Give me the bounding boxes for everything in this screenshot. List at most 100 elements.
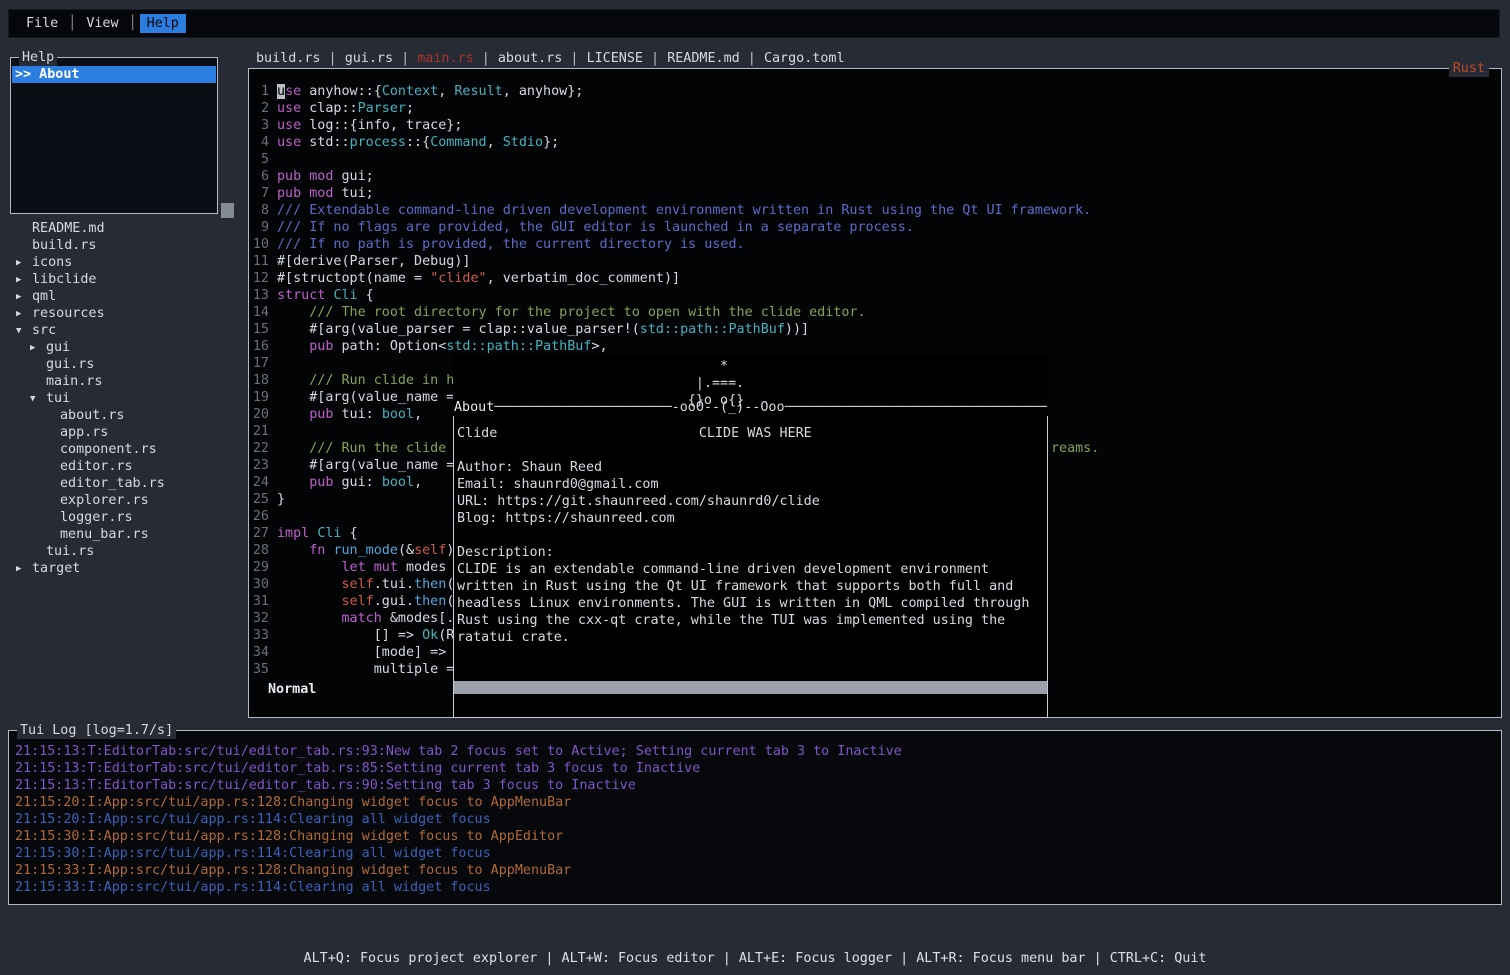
tab-readme-md[interactable]: README.md (667, 51, 740, 66)
code-text: pub path: Option<std::path::PathBuf>, (269, 338, 608, 355)
code-token: use (277, 135, 301, 150)
code-token: mod (309, 169, 333, 184)
code-text: fn run_mode(&self) (269, 542, 454, 559)
explorer-item-label: src (32, 323, 56, 338)
code-token: /// Extendable command-line driven devel… (277, 203, 1091, 218)
explorer-item[interactable]: ▶resources (10, 305, 240, 322)
code-token: , anyhow}; (503, 84, 584, 99)
explorer-item[interactable]: logger.rs (10, 509, 240, 526)
tab-build-rs[interactable]: build.rs (256, 51, 321, 66)
explorer-item-label: icons (32, 255, 72, 270)
code-line[interactable]: 10/// If no path is provided, the curren… (249, 236, 1500, 253)
explorer-item[interactable]: explorer.rs (10, 492, 240, 509)
menu-item-help[interactable]: Help (140, 14, 186, 33)
explorer-item[interactable]: editor_tab.rs (10, 475, 240, 492)
code-token: se (285, 84, 301, 99)
explorer-item[interactable]: gui.rs (10, 356, 240, 373)
tab-about-rs[interactable]: about.rs (498, 51, 563, 66)
code-line[interactable]: 11#[derive(Parser, Debug)] (249, 253, 1500, 270)
code-token: , (414, 407, 422, 422)
code-token: #[structopt(name = (277, 271, 430, 286)
line-number: 31 (249, 593, 269, 610)
code-line[interactable]: 1use anyhow::{Context, Result, anyhow}; (249, 83, 1500, 100)
explorer-item[interactable]: ▶libclide (10, 271, 240, 288)
explorer-item[interactable]: about.rs (10, 407, 240, 424)
code-line[interactable]: 2use clap::Parser; (249, 100, 1500, 117)
line-number: 22 (249, 440, 269, 457)
code-token: fn (309, 543, 325, 558)
code-token: self (342, 577, 374, 592)
tab-main-rs[interactable]: main.rs (417, 51, 473, 66)
menu-item-file[interactable]: File (19, 14, 65, 33)
code-token: anyhow::{ (301, 84, 382, 99)
code-line[interactable]: 7pub mod tui; (249, 185, 1500, 202)
code-line[interactable]: 16 pub path: Option<std::path::PathBuf>, (249, 338, 1500, 355)
code-line[interactable]: 15 #[arg(value_parser = clap::value_pars… (249, 321, 1500, 338)
explorer-item[interactable]: ▶icons (10, 254, 240, 271)
code-token: pub (309, 339, 333, 354)
explorer-item-label: explorer.rs (60, 493, 149, 508)
code-line[interactable]: 9/// If no flags are provided, the GUI e… (249, 219, 1500, 236)
line-number: 11 (249, 253, 269, 270)
dialog-text-line: CLIDE is an extendable command-line driv… (457, 561, 1046, 578)
keybind-help: ALT+Q: Focus project explorer | ALT+W: F… (0, 916, 1510, 975)
explorer-item[interactable]: tui.rs (10, 543, 240, 560)
code-line[interactable]: 5 (249, 151, 1500, 168)
indent-spacer (30, 544, 46, 561)
code-text: #[arg(value_name = (269, 457, 454, 474)
code-line[interactable]: 8/// Extendable command-line driven deve… (249, 202, 1500, 219)
code-text: self.tui.then( (269, 576, 454, 593)
code-text: #[arg(value_name = (269, 389, 454, 406)
tab-gui-rs[interactable]: gui.rs (345, 51, 393, 66)
indent-spacer (44, 493, 60, 510)
explorer-item[interactable]: ▶target (10, 560, 240, 577)
line-number: 32 (249, 610, 269, 627)
chevron-right-icon: ▶ (16, 561, 32, 578)
code-line[interactable]: 12#[structopt(name = "clide", verbatim_d… (249, 270, 1500, 287)
dialog-text-line: Author: Shaun Reed (457, 459, 1046, 476)
explorer-item[interactable]: build.rs (10, 237, 240, 254)
about-dialog: * |.===. {}o o{} About──────────────────… (453, 355, 1048, 718)
code-token (277, 611, 342, 626)
dialog-text-line: written in Rust using the Qt UI framewor… (457, 578, 1046, 595)
dialog-scrollbar[interactable] (454, 681, 1047, 694)
log-entry: 21:15:33:I:App:src/tui/app.rs:128:Changi… (15, 862, 1501, 879)
code-line[interactable]: 6pub mod gui; (249, 168, 1500, 185)
code-token: , (487, 135, 503, 150)
tab-license[interactable]: LICENSE (587, 51, 643, 66)
code-line[interactable]: 4use std::process::{Command, Stdio}; (249, 134, 1500, 151)
menu-items: File│View│Help (19, 14, 186, 33)
code-token: { (358, 288, 374, 303)
scrollbar-thumb[interactable] (221, 203, 234, 218)
code-token: ::{ (406, 135, 430, 150)
code-line[interactable]: 13struct Cli { (249, 287, 1500, 304)
explorer-item[interactable]: ▼tui (10, 390, 240, 407)
language-badge: Rust (1449, 60, 1489, 77)
code-line[interactable]: 14 /// The root directory for the projec… (249, 304, 1500, 321)
menu-option-about[interactable]: >> About (12, 66, 216, 83)
explorer-item[interactable]: README.md (10, 220, 240, 237)
explorer-item[interactable]: main.rs (10, 373, 240, 390)
explorer-item-label: gui (46, 340, 70, 355)
code-text: [mode] => (269, 644, 454, 661)
tab-cargo-toml[interactable]: Cargo.toml (764, 51, 845, 66)
explorer-item[interactable]: menu_bar.rs (10, 526, 240, 543)
tab-separator: | (562, 51, 586, 66)
code-line[interactable]: 3use log::{info, trace}; (249, 117, 1500, 134)
menu-item-view[interactable]: View (79, 14, 125, 33)
explorer-item[interactable]: ▶gui (10, 339, 240, 356)
code-token (277, 475, 309, 490)
explorer-item[interactable]: editor.rs (10, 458, 240, 475)
explorer-item[interactable]: ▼src (10, 322, 240, 339)
dialog-text-line: Rust using the cxx-qt crate, while the T… (457, 612, 1046, 629)
explorer-item[interactable]: component.rs (10, 441, 240, 458)
explorer-item[interactable]: app.rs (10, 424, 240, 441)
code-text (269, 355, 277, 372)
code-token: mut (374, 560, 398, 575)
code-token: path: Option< (333, 339, 446, 354)
line-number: 1 (249, 83, 269, 100)
tab-separator: | (740, 51, 764, 66)
dialog-text-line (457, 442, 1046, 459)
code-token (277, 543, 309, 558)
explorer-item[interactable]: ▶qml (10, 288, 240, 305)
